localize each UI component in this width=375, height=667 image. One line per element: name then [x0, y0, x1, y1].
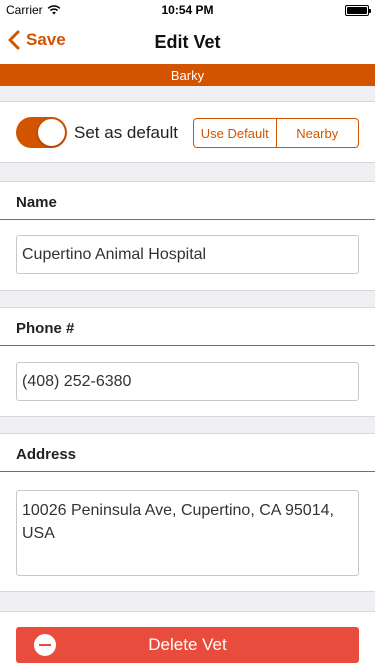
name-header: Name	[0, 182, 375, 220]
minus-circle-icon	[34, 634, 56, 656]
address-input[interactable]: 10026 Peninsula Ave, Cupertino, CA 95014…	[16, 490, 359, 576]
default-settings-row: Set as default Use Default Nearby	[0, 102, 375, 162]
use-default-segment[interactable]: Use Default	[194, 119, 276, 147]
divider	[0, 591, 375, 592]
pet-name-banner: Barky	[0, 64, 375, 86]
set-default-toggle[interactable]	[16, 117, 67, 148]
vet-source-segmented-control: Use Default Nearby	[193, 118, 359, 148]
phone-input[interactable]	[16, 362, 359, 401]
address-section: Address 10026 Peninsula Ave, Cupertino, …	[0, 434, 375, 591]
delete-vet-label: Delete Vet	[148, 635, 227, 654]
toggle-knob	[38, 119, 65, 146]
status-bar: Carrier 10:54 PM	[0, 0, 375, 20]
phone-label: Phone #	[16, 320, 75, 337]
name-label: Name	[16, 194, 57, 211]
name-section: Name	[0, 182, 375, 290]
address-header: Address	[0, 434, 375, 472]
divider	[0, 290, 375, 291]
status-time: 10:54 PM	[161, 3, 214, 17]
divider	[0, 416, 375, 417]
nearby-segment[interactable]: Nearby	[275, 119, 359, 147]
battery-icon	[345, 5, 371, 16]
phone-section: Phone #	[0, 308, 375, 416]
name-input[interactable]	[16, 235, 359, 274]
divider	[0, 162, 375, 163]
address-label: Address	[16, 446, 77, 463]
page-title: Edit Vet	[154, 32, 221, 52]
phone-header: Phone #	[0, 308, 375, 346]
navigation-bar: Save Edit Vet	[0, 20, 375, 64]
set-default-label: Set as default	[74, 123, 178, 142]
delete-vet-button[interactable]: Delete Vet	[16, 627, 359, 663]
